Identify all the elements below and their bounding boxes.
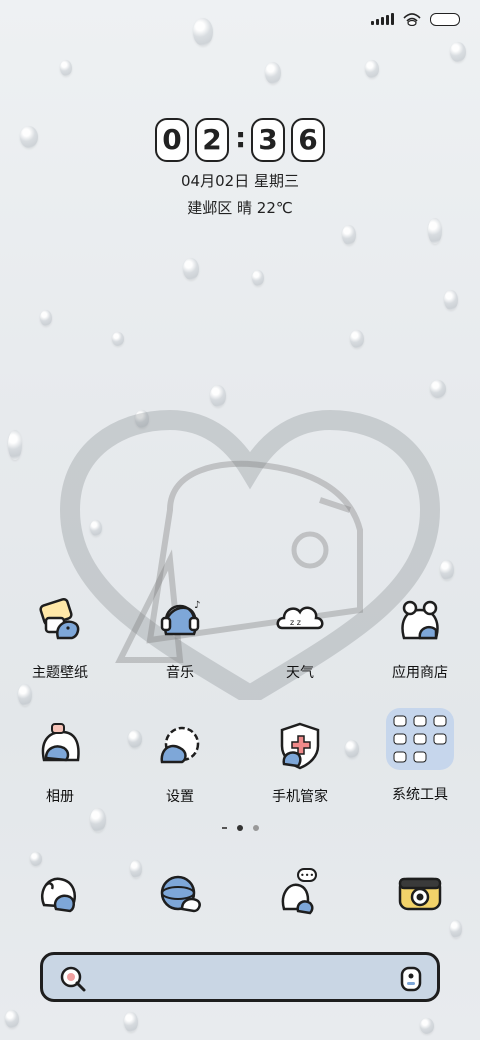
time-colon: : <box>235 121 247 154</box>
app-gallery[interactable]: 相册 <box>0 718 120 806</box>
browser-icon <box>160 875 201 913</box>
page-indicator-lines <box>221 827 227 829</box>
music-icon: ♪ <box>160 600 200 636</box>
app-phone-manager[interactable]: 手机管家 <box>240 718 360 806</box>
svg-text:•••: ••• <box>300 871 314 880</box>
hour-ones-digit: 2 <box>195 118 229 162</box>
app-theme-wallpaper[interactable]: 主题壁纸 <box>0 594 120 682</box>
page-dot[interactable] <box>252 825 259 831</box>
dock-camera[interactable] <box>360 865 480 921</box>
clock-widget[interactable]: 0 2 : 3 6 04月02日 星期三 建邺区 晴 22℃ <box>0 118 480 218</box>
time-display: 0 2 : 3 6 <box>0 118 480 162</box>
minute-ones-digit: 6 <box>291 118 325 162</box>
app-label: 相册 <box>46 789 74 805</box>
status-bar <box>371 12 460 26</box>
date-text: 04月02日 星期三 <box>181 172 299 190</box>
app-label: 手机管家 <box>272 789 328 805</box>
messages-icon: ••• <box>281 868 317 915</box>
dock-messages[interactable]: ••• <box>240 865 360 921</box>
dock-browser[interactable] <box>120 865 240 921</box>
dock: ••• <box>0 865 480 921</box>
minute-tens-digit: 3 <box>251 118 285 162</box>
settings-icon <box>160 726 200 764</box>
dock-phone[interactable] <box>0 865 120 921</box>
app-row-2: 相册 设置 手机管家 系统工具 <box>0 708 480 806</box>
page-indicator[interactable] <box>0 825 480 831</box>
app-app-store[interactable]: 应用商店 <box>360 594 480 682</box>
app-label: 主题壁纸 <box>32 665 88 681</box>
app-system-tools-folder[interactable]: 系统工具 <box>360 708 480 806</box>
app-label: 天气 <box>286 665 314 681</box>
phone-icon <box>41 877 76 913</box>
gallery-icon <box>41 723 80 762</box>
system-tools-folder-icon <box>386 708 454 770</box>
signal-bars-icon <box>371 13 394 25</box>
app-store-icon <box>401 600 439 640</box>
app-row-1: 主题壁纸 ♪ 音乐 z z 天气 应用商店 <box>0 594 480 682</box>
svg-text:♪: ♪ <box>194 600 200 611</box>
camera-icon <box>398 877 442 911</box>
app-label: 应用商店 <box>392 665 448 681</box>
app-music[interactable]: ♪ 音乐 <box>120 594 240 682</box>
search-bar[interactable] <box>40 952 440 1002</box>
app-weather[interactable]: z z 天气 <box>240 594 360 682</box>
phone-manager-icon <box>280 722 320 770</box>
page-dot-active[interactable] <box>236 825 243 831</box>
assistant-icon[interactable] <box>399 965 423 993</box>
app-settings[interactable]: 设置 <box>120 718 240 806</box>
hour-tens-digit: 0 <box>155 118 189 162</box>
weather-text: 建邺区 晴 22℃ <box>187 199 293 217</box>
theme-wallpaper-icon <box>39 597 80 640</box>
app-label: 系统工具 <box>392 787 448 803</box>
wifi-icon <box>403 13 421 26</box>
svg-text:z z: z z <box>290 618 301 627</box>
app-label: 音乐 <box>166 665 194 681</box>
app-label: 设置 <box>166 789 194 805</box>
battery-icon <box>430 12 460 26</box>
weather-icon: z z <box>276 606 324 630</box>
search-icon[interactable] <box>59 965 87 993</box>
